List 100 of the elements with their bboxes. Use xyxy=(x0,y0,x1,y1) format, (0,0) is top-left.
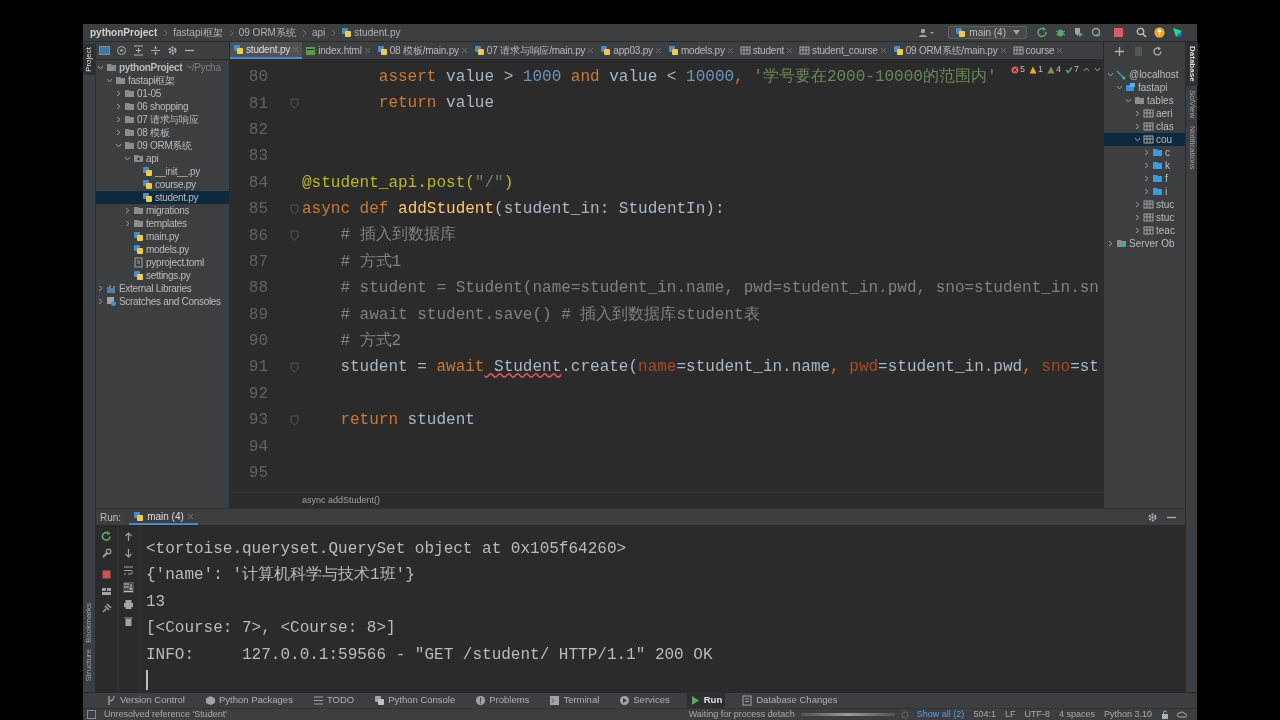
tool-window-tab[interactable]: Bookmarks xyxy=(82,599,96,646)
tree-item[interactable]: clas xyxy=(1104,120,1185,133)
editor-tab[interactable]: student.py xyxy=(230,42,303,59)
down-arrow-icon[interactable] xyxy=(123,548,134,559)
bug-icon[interactable] xyxy=(1055,27,1066,38)
close-icon[interactable] xyxy=(186,512,194,520)
tool-window-button[interactable]: Problems xyxy=(472,692,533,709)
tool-window-button[interactable]: Version Control xyxy=(103,692,188,709)
tree-item[interactable]: fastapi xyxy=(1104,81,1185,94)
panel-toggle-icon[interactable] xyxy=(87,710,96,719)
tree-item[interactable]: api xyxy=(96,152,229,165)
search-icon[interactable] xyxy=(1136,27,1147,38)
tool-window-button[interactable]: Python Console xyxy=(371,692,459,709)
stop-icon[interactable] xyxy=(101,569,112,580)
cloud-settings-icon[interactable] xyxy=(1177,710,1187,719)
editor-tab[interactable]: 09 ORM系统/main.py xyxy=(889,42,1010,59)
check-icon[interactable] xyxy=(1065,65,1073,74)
inspection-count[interactable]: 1 xyxy=(1037,63,1043,77)
profiler-icon[interactable] xyxy=(1091,27,1102,38)
settings-icon[interactable] xyxy=(1147,511,1158,523)
lock-icon[interactable] xyxy=(1161,710,1169,719)
editor-tab[interactable]: student xyxy=(736,42,797,59)
tree-item[interactable]: stuc xyxy=(1104,211,1185,224)
tree-item[interactable]: settings.py xyxy=(96,269,229,282)
refresh-icon[interactable] xyxy=(1152,45,1163,57)
inspection-count[interactable]: 5 xyxy=(1019,63,1025,77)
tree-item[interactable]: tables xyxy=(1104,94,1185,107)
tree-item[interactable]: pyproject.toml xyxy=(96,256,229,269)
close-icon[interactable] xyxy=(726,47,734,54)
status-field[interactable]: 504:1 xyxy=(973,707,996,720)
inspection-count[interactable]: 7 xyxy=(1074,63,1079,77)
status-field[interactable]: UTF-8 xyxy=(1024,707,1050,720)
tree-item[interactable]: __init__.py xyxy=(96,165,229,178)
editor-tab[interactable]: 07 请求与响应/main.py xyxy=(470,42,598,59)
crosshair-icon[interactable] xyxy=(116,45,127,56)
rerun-icon[interactable] xyxy=(101,531,112,542)
close-icon[interactable] xyxy=(363,47,371,54)
tree-item[interactable]: f xyxy=(1104,172,1185,185)
tree-item[interactable]: course.py xyxy=(96,178,229,191)
expand-all-icon[interactable] xyxy=(133,45,144,56)
tree-item[interactable]: Scratches and Consoles xyxy=(96,295,229,308)
breadcrumb-item[interactable]: api xyxy=(311,25,326,40)
close-icon[interactable] xyxy=(460,47,468,54)
tool-window-button[interactable]: Python Packages xyxy=(201,692,296,709)
fold-marker-icon[interactable] xyxy=(290,98,299,110)
panel-icon[interactable] xyxy=(99,45,110,56)
tree-item[interactable]: teac xyxy=(1104,224,1185,237)
run-tab[interactable]: main (4) xyxy=(129,509,198,525)
settings-icon[interactable] xyxy=(167,45,178,56)
shield-run-icon[interactable] xyxy=(1073,27,1084,38)
error-icon[interactable] xyxy=(1010,65,1019,74)
editor-tab[interactable]: 08 模板/main.py xyxy=(373,42,471,59)
tree-item[interactable]: 01-05 xyxy=(96,87,229,100)
breadcrumb-item[interactable]: 09 ORM系统 xyxy=(238,25,296,40)
tree-item[interactable]: main.py xyxy=(96,230,229,243)
close-icon[interactable] xyxy=(879,47,887,54)
breadcrumb-item[interactable]: fastapi框架 xyxy=(173,25,223,40)
tree-item[interactable]: @localhost xyxy=(1104,68,1185,81)
tree-item[interactable]: 09 ORM系统 xyxy=(96,139,229,152)
collapse-all-icon[interactable] xyxy=(150,45,161,56)
fold-marker-icon[interactable] xyxy=(290,414,299,426)
rerun-icon[interactable] xyxy=(1037,27,1048,38)
editor-tab[interactable]: app03.py xyxy=(597,42,665,59)
tree-item[interactable]: stuc xyxy=(1104,198,1185,211)
tree-item[interactable]: models.py xyxy=(96,243,229,256)
editor-tab[interactable]: models.py xyxy=(664,42,737,59)
app-logo-icon[interactable] xyxy=(1172,27,1183,38)
status-field[interactable]: 4 spaces xyxy=(1058,707,1095,720)
status-field[interactable]: LF xyxy=(1004,707,1016,720)
tree-item[interactable]: 06 shopping xyxy=(96,100,229,113)
add-icon[interactable] xyxy=(1114,45,1125,57)
tree-item[interactable]: fastapi框架 xyxy=(96,74,229,87)
update-icon[interactable] xyxy=(1154,27,1165,38)
close-icon[interactable] xyxy=(587,47,595,54)
tool-window-button[interactable]: Terminal xyxy=(546,692,603,709)
editor-breadcrumb[interactable]: async addStudent() xyxy=(302,493,381,508)
tool-window-tab[interactable]: SciView xyxy=(1185,85,1198,122)
tool-window-button[interactable]: Services xyxy=(616,692,673,709)
pin-icon[interactable] xyxy=(101,603,112,614)
close-icon[interactable] xyxy=(999,47,1007,54)
scroll-to-end-icon[interactable] xyxy=(123,582,134,593)
inspection-count[interactable]: 4 xyxy=(1055,63,1061,77)
trash-icon[interactable] xyxy=(123,616,134,627)
editor-tab[interactable]: index.html xyxy=(302,42,374,59)
fold-marker-icon[interactable] xyxy=(290,362,299,373)
run-configuration-dropdown[interactable]: main (4) xyxy=(948,26,1027,39)
tree-item[interactable]: student.py xyxy=(96,191,229,204)
tool-window-tab[interactable]: Structure xyxy=(82,645,96,684)
close-icon[interactable] xyxy=(786,47,794,54)
layout-icon[interactable] xyxy=(101,586,112,597)
fold-marker-icon[interactable] xyxy=(290,203,299,215)
status-field[interactable]: Python 3.10 xyxy=(1103,707,1152,720)
up-arrow-icon[interactable] xyxy=(123,531,134,542)
tree-item[interactable]: k xyxy=(1104,159,1185,172)
tool-window-tab[interactable]: Project xyxy=(82,44,96,75)
show-all-link[interactable]: Show all (2) xyxy=(916,707,965,720)
tool-window-button[interactable]: Run xyxy=(686,692,726,709)
tree-item[interactable]: Server Ob xyxy=(1104,237,1185,250)
close-icon[interactable] xyxy=(654,47,662,54)
close-icon[interactable] xyxy=(1056,47,1064,54)
